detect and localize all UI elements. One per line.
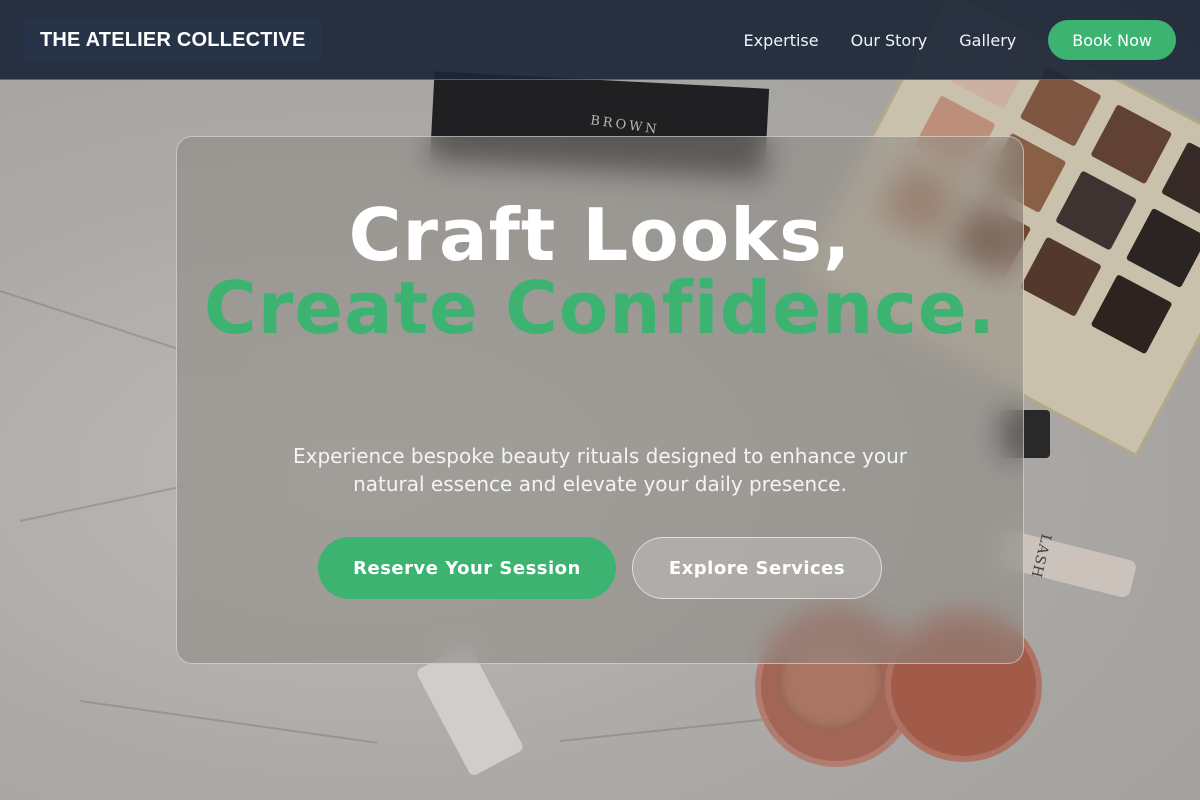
site-header: THE ATELIER COLLECTIVE Expertise Our Sto… bbox=[0, 0, 1200, 80]
nav-link-expertise[interactable]: Expertise bbox=[744, 31, 819, 50]
reserve-session-button[interactable]: Reserve Your Session bbox=[318, 537, 616, 599]
brand-logo[interactable]: THE ATELIER COLLECTIVE bbox=[24, 20, 322, 60]
nav-link-gallery[interactable]: Gallery bbox=[959, 31, 1016, 50]
nav-link-our-story[interactable]: Our Story bbox=[851, 31, 928, 50]
hero-subtitle: Experience bespoke beauty rituals design… bbox=[293, 444, 907, 496]
hero-card: Craft Looks, Create Confidence. Experien… bbox=[176, 136, 1024, 664]
main-nav: Expertise Our Story Gallery Book Now bbox=[744, 20, 1176, 60]
hero-headline: Craft Looks, Create Confidence. bbox=[177, 199, 1023, 345]
headline-line-1: Craft Looks, bbox=[348, 193, 852, 277]
headline-line-2: Create Confidence. bbox=[203, 266, 997, 350]
book-now-button[interactable]: Book Now bbox=[1048, 20, 1176, 60]
explore-services-button[interactable]: Explore Services bbox=[632, 537, 882, 599]
cta-group: Reserve Your Session Explore Services bbox=[177, 537, 1023, 599]
landing-page: BROWN LASH THE ATELIER COLLECTIVE Expert… bbox=[0, 0, 1200, 800]
